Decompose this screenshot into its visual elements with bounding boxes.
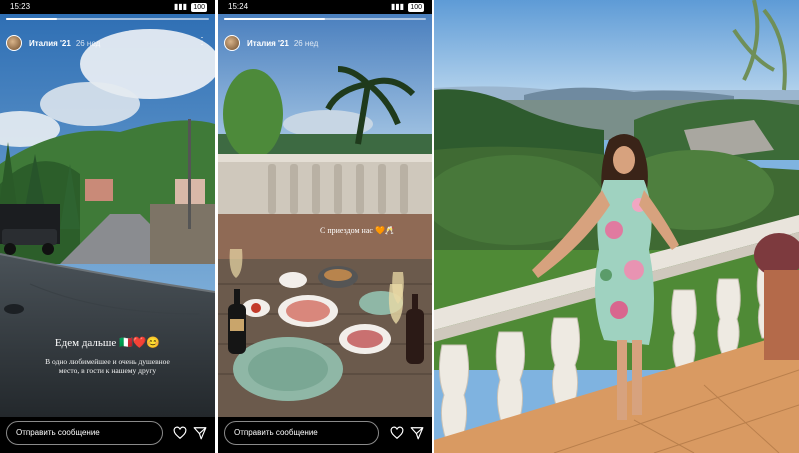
avatar[interactable]	[6, 35, 22, 51]
battery-icon: 100	[191, 3, 207, 12]
story-progress-bar	[224, 18, 426, 20]
story-progress-fill	[224, 18, 325, 20]
status-icons: ▮▮▮ 100	[174, 0, 207, 14]
battery-icon: 100	[408, 3, 424, 12]
story-photo-terrace-table	[218, 14, 432, 417]
send-icon[interactable]	[410, 426, 424, 440]
status-bar: 15:24 ▮▮▮ 100	[218, 0, 432, 14]
story-screen-1: 15:23 ▮▮▮ 100 Италия '21 26 нед ⋮ Едем д…	[0, 0, 215, 453]
post-age: 26 нед	[293, 38, 319, 48]
caption-line-2: место, в гости к нашему другу	[58, 366, 157, 375]
story-progress-fill	[6, 18, 57, 20]
sticker-emoji: 🧡🥂	[374, 226, 395, 235]
terrace-table-image	[218, 14, 432, 417]
story-text-sticker: С приездом нас 🧡🥂	[320, 226, 395, 235]
heart-icon[interactable]	[390, 426, 404, 440]
story-screen-2: 15:24 ▮▮▮ 100 Италия '21 26 нед С приезд…	[218, 0, 432, 453]
landscape-photo	[434, 0, 799, 453]
heart-icon[interactable]	[173, 426, 187, 440]
status-time: 15:23	[10, 2, 31, 11]
story-header[interactable]: Италия '21 26 нед	[224, 34, 318, 52]
woman-balcony-image	[434, 0, 799, 453]
username[interactable]: Италия '21	[247, 39, 289, 48]
avatar[interactable]	[224, 35, 240, 51]
reply-input[interactable]: Отправить сообщение	[6, 421, 163, 445]
story-footer: Отправить сообщение	[0, 417, 215, 453]
status-time: 15:24	[228, 2, 249, 11]
reply-input[interactable]: Отправить сообщение	[224, 421, 379, 445]
caption-emoji: 🇮🇹❤️😊	[119, 337, 161, 349]
caption-title: Едем дальше	[54, 337, 117, 349]
sticker-text: С приездом нас	[320, 226, 373, 235]
status-bar: 15:23 ▮▮▮ 100	[0, 0, 215, 14]
send-icon[interactable]	[193, 426, 207, 440]
story-progress-bar	[6, 18, 209, 20]
signal-icon: ▮▮▮	[173, 2, 190, 11]
story-caption: Едем дальше 🇮🇹❤️😊 В одно любимейшее и оч…	[0, 336, 215, 375]
caption-line-1: В одно любимейшее и очень душевное	[45, 357, 170, 366]
username[interactable]: Италия '21	[29, 39, 71, 48]
story-header[interactable]: Италия '21 26 нед	[6, 34, 100, 52]
post-age: 26 нед	[75, 38, 101, 48]
signal-icon: ▮▮▮	[390, 2, 407, 11]
status-icons: ▮▮▮ 100	[391, 0, 424, 14]
story-footer: Отправить сообщение	[218, 417, 432, 453]
more-icon[interactable]: ⋮	[197, 36, 207, 47]
